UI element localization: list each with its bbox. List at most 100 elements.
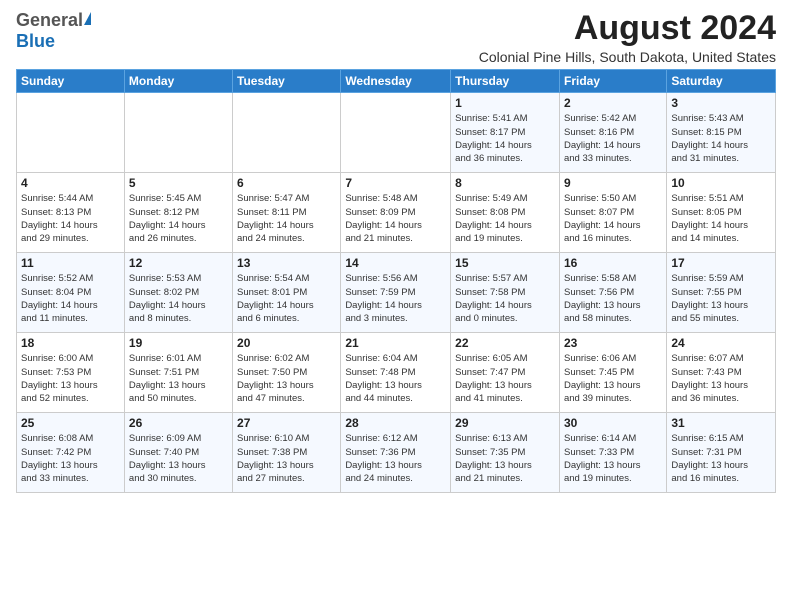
week-row-1: 4 Sunrise: 5:44 AMSunset: 8:13 PMDaylight… <box>17 173 776 253</box>
day-info: Sunrise: 5:48 AMSunset: 8:09 PMDaylight:… <box>345 192 446 245</box>
day-cell: 23 Sunrise: 6:06 AMSunset: 7:45 PMDayligh… <box>559 333 666 413</box>
day-info: Sunrise: 6:15 AMSunset: 7:31 PMDaylight:… <box>671 432 771 485</box>
day-cell: 14 Sunrise: 5:56 AMSunset: 7:59 PMDayligh… <box>341 253 451 333</box>
day-cell: 7 Sunrise: 5:48 AMSunset: 8:09 PMDaylight… <box>341 173 451 253</box>
calendar-header: SundayMondayTuesdayWednesdayThursdayFrid… <box>17 70 776 93</box>
day-cell: 3Sunrise: 5:43 AMSunset: 8:15 PMDaylight… <box>667 93 776 173</box>
day-info: Sunrise: 6:05 AMSunset: 7:47 PMDaylight:… <box>455 352 555 405</box>
day-info: Sunrise: 5:45 AMSunset: 8:12 PMDaylight:… <box>129 192 228 245</box>
day-number: 9 <box>564 176 662 190</box>
day-cell: 10 Sunrise: 5:51 AMSunset: 8:05 PMDayligh… <box>667 173 776 253</box>
day-cell: 19 Sunrise: 6:01 AMSunset: 7:51 PMDayligh… <box>124 333 232 413</box>
weekday-header-monday: Monday <box>124 70 232 93</box>
day-number: 5 <box>129 176 228 190</box>
day-cell: 21 Sunrise: 6:04 AMSunset: 7:48 PMDayligh… <box>341 333 451 413</box>
day-info: Sunrise: 6:13 AMSunset: 7:35 PMDaylight:… <box>455 432 555 485</box>
day-info: Sunrise: 5:50 AMSunset: 8:07 PMDaylight:… <box>564 192 662 245</box>
day-info: Sunrise: 5:54 AMSunset: 8:01 PMDaylight:… <box>237 272 336 325</box>
day-number: 30 <box>564 416 662 430</box>
title-area: August 2024 Colonial Pine Hills, South D… <box>479 10 776 65</box>
day-cell: 8 Sunrise: 5:49 AMSunset: 8:08 PMDaylight… <box>451 173 560 253</box>
day-info: Sunrise: 5:52 AMSunset: 8:04 PMDaylight:… <box>21 272 120 325</box>
page: General Blue August 2024 Colonial Pine H… <box>0 0 792 499</box>
day-info: Sunrise: 5:59 AMSunset: 7:55 PMDaylight:… <box>671 272 771 325</box>
day-number: 21 <box>345 336 446 350</box>
day-info: Sunrise: 5:51 AMSunset: 8:05 PMDaylight:… <box>671 192 771 245</box>
day-number: 18 <box>21 336 120 350</box>
day-number: 23 <box>564 336 662 350</box>
day-number: 19 <box>129 336 228 350</box>
header-area: General Blue August 2024 Colonial Pine H… <box>16 10 776 65</box>
calendar-body: 1 Sunrise: 5:41 AMSunset: 8:17 PMDaylight… <box>17 93 776 493</box>
day-info: Sunrise: 5:57 AMSunset: 7:58 PMDaylight:… <box>455 272 555 325</box>
day-cell: 17Sunrise: 5:59 AMSunset: 7:55 PMDayligh… <box>667 253 776 333</box>
day-info: Sunrise: 6:12 AMSunset: 7:36 PMDaylight:… <box>345 432 446 485</box>
day-info: Sunrise: 5:41 AMSunset: 8:17 PMDaylight:… <box>455 112 555 165</box>
day-cell <box>124 93 232 173</box>
day-cell: 22 Sunrise: 6:05 AMSunset: 7:47 PMDayligh… <box>451 333 560 413</box>
weekday-header-sunday: Sunday <box>17 70 125 93</box>
day-number: 20 <box>237 336 336 350</box>
day-number: 22 <box>455 336 555 350</box>
day-cell: 16 Sunrise: 5:58 AMSunset: 7:56 PMDayligh… <box>559 253 666 333</box>
day-number: 15 <box>455 256 555 270</box>
week-row-4: 25 Sunrise: 6:08 AMSunset: 7:42 PMDayligh… <box>17 413 776 493</box>
logo-general: General <box>16 10 83 31</box>
day-cell: 31 Sunrise: 6:15 AMSunset: 7:31 PMDayligh… <box>667 413 776 493</box>
day-cell: 6 Sunrise: 5:47 AMSunset: 8:11 PMDaylight… <box>233 173 341 253</box>
day-number: 31 <box>671 416 771 430</box>
day-info: Sunrise: 5:47 AMSunset: 8:11 PMDaylight:… <box>237 192 336 245</box>
day-number: 28 <box>345 416 446 430</box>
day-number: 25 <box>21 416 120 430</box>
week-row-3: 18 Sunrise: 6:00 AMSunset: 7:53 PMDayligh… <box>17 333 776 413</box>
main-title: August 2024 <box>479 10 776 47</box>
day-cell: 20 Sunrise: 6:02 AMSunset: 7:50 PMDayligh… <box>233 333 341 413</box>
day-cell: 4 Sunrise: 5:44 AMSunset: 8:13 PMDaylight… <box>17 173 125 253</box>
day-cell <box>341 93 451 173</box>
day-number: 14 <box>345 256 446 270</box>
day-cell: 12Sunrise: 5:53 AMSunset: 8:02 PMDayligh… <box>124 253 232 333</box>
day-info: Sunrise: 5:56 AMSunset: 7:59 PMDaylight:… <box>345 272 446 325</box>
week-row-0: 1 Sunrise: 5:41 AMSunset: 8:17 PMDaylight… <box>17 93 776 173</box>
day-number: 8 <box>455 176 555 190</box>
day-cell: 5 Sunrise: 5:45 AMSunset: 8:12 PMDaylight… <box>124 173 232 253</box>
day-info: Sunrise: 5:49 AMSunset: 8:08 PMDaylight:… <box>455 192 555 245</box>
day-number: 16 <box>564 256 662 270</box>
day-info: Sunrise: 6:09 AMSunset: 7:40 PMDaylight:… <box>129 432 228 485</box>
day-cell: 24Sunrise: 6:07 AMSunset: 7:43 PMDayligh… <box>667 333 776 413</box>
day-info: Sunrise: 6:06 AMSunset: 7:45 PMDaylight:… <box>564 352 662 405</box>
day-info: Sunrise: 5:44 AMSunset: 8:13 PMDaylight:… <box>21 192 120 245</box>
weekday-header-friday: Friday <box>559 70 666 93</box>
day-cell: 26Sunrise: 6:09 AMSunset: 7:40 PMDayligh… <box>124 413 232 493</box>
day-cell: 27Sunrise: 6:10 AMSunset: 7:38 PMDayligh… <box>233 413 341 493</box>
day-cell: 11Sunrise: 5:52 AMSunset: 8:04 PMDayligh… <box>17 253 125 333</box>
day-number: 1 <box>455 96 555 110</box>
day-info: Sunrise: 6:08 AMSunset: 7:42 PMDaylight:… <box>21 432 120 485</box>
day-info: Sunrise: 6:01 AMSunset: 7:51 PMDaylight:… <box>129 352 228 405</box>
day-cell: 29Sunrise: 6:13 AMSunset: 7:35 PMDayligh… <box>451 413 560 493</box>
day-info: Sunrise: 6:14 AMSunset: 7:33 PMDaylight:… <box>564 432 662 485</box>
day-cell: 30 Sunrise: 6:14 AMSunset: 7:33 PMDayligh… <box>559 413 666 493</box>
day-cell: 2Sunrise: 5:42 AMSunset: 8:16 PMDaylight… <box>559 93 666 173</box>
day-info: Sunrise: 5:42 AMSunset: 8:16 PMDaylight:… <box>564 112 662 165</box>
day-info: Sunrise: 6:00 AMSunset: 7:53 PMDaylight:… <box>21 352 120 405</box>
day-info: Sunrise: 6:04 AMSunset: 7:48 PMDaylight:… <box>345 352 446 405</box>
day-cell: 9 Sunrise: 5:50 AMSunset: 8:07 PMDaylight… <box>559 173 666 253</box>
day-number: 7 <box>345 176 446 190</box>
calendar-table: SundayMondayTuesdayWednesdayThursdayFrid… <box>16 69 776 493</box>
day-cell: 15 Sunrise: 5:57 AMSunset: 7:58 PMDayligh… <box>451 253 560 333</box>
day-number: 4 <box>21 176 120 190</box>
weekday-header-wednesday: Wednesday <box>341 70 451 93</box>
day-number: 10 <box>671 176 771 190</box>
day-info: Sunrise: 5:43 AMSunset: 8:15 PMDaylight:… <box>671 112 771 165</box>
day-cell: 25 Sunrise: 6:08 AMSunset: 7:42 PMDayligh… <box>17 413 125 493</box>
weekday-header-tuesday: Tuesday <box>233 70 341 93</box>
day-number: 6 <box>237 176 336 190</box>
day-info: Sunrise: 5:53 AMSunset: 8:02 PMDaylight:… <box>129 272 228 325</box>
day-cell: 28 Sunrise: 6:12 AMSunset: 7:36 PMDayligh… <box>341 413 451 493</box>
logo-triangle-icon <box>84 12 91 25</box>
subtitle: Colonial Pine Hills, South Dakota, Unite… <box>479 49 776 65</box>
weekday-header-saturday: Saturday <box>667 70 776 93</box>
day-info: Sunrise: 5:58 AMSunset: 7:56 PMDaylight:… <box>564 272 662 325</box>
day-info: Sunrise: 6:02 AMSunset: 7:50 PMDaylight:… <box>237 352 336 405</box>
